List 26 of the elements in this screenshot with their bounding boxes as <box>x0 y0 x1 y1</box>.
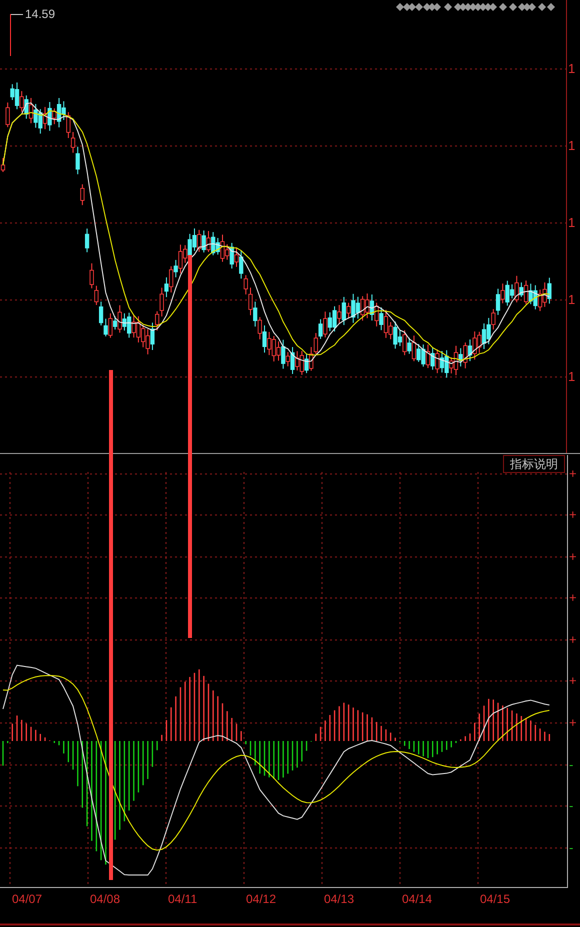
indicator-axis-label: + <box>569 716 577 729</box>
price-axis-label: 1 <box>568 370 576 383</box>
indicator-axis-label: + <box>569 674 577 687</box>
indicator-axis-label: + <box>569 550 577 563</box>
price-axis-label: 1 <box>568 139 576 152</box>
date-label: 04/15 <box>480 893 510 905</box>
indicator-help-button[interactable]: 指标说明 <box>503 455 565 473</box>
date-label: 04/07 <box>12 893 42 905</box>
date-label: 04/13 <box>324 893 354 905</box>
indicator-axis-label: + <box>569 467 577 480</box>
indicator-axis-label: + <box>569 508 577 521</box>
date-label: 04/14 <box>402 893 432 905</box>
high-price-label: 14.59 <box>25 8 56 20</box>
indicator-axis-label: - <box>569 799 574 812</box>
leader-line <box>10 14 24 15</box>
indicator-axis-label: + <box>569 591 577 604</box>
price-axis-label: 1 <box>568 216 576 229</box>
high-price-line <box>10 14 11 56</box>
date-label: 04/12 <box>246 893 276 905</box>
indicator-axis-label: - <box>569 841 574 854</box>
price-axis-label: 1 <box>568 293 576 306</box>
indicator-axis-label: - <box>569 758 574 771</box>
date-label: 04/08 <box>90 893 120 905</box>
price-axis-label: 1 <box>568 62 576 75</box>
date-label: 04/11 <box>168 893 198 905</box>
indicator-axis-label: + <box>569 633 577 646</box>
